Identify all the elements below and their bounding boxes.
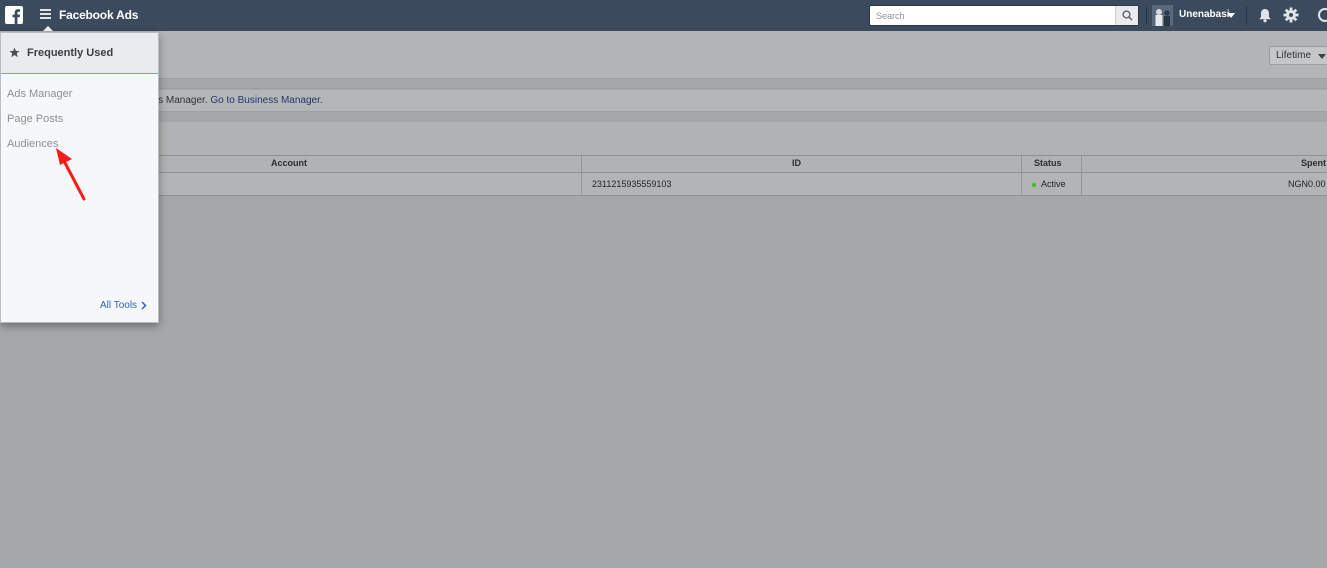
toolbar-band: [0, 122, 1327, 156]
id-cell: 2311215935559103: [592, 179, 672, 189]
top-navigation-bar: Facebook Ads Unenabasi: [0, 0, 1327, 32]
spent-cell: NGN0.00: [1288, 179, 1326, 189]
bell-icon[interactable]: [1258, 8, 1272, 23]
date-range-dropdown[interactable]: Lifetime: [1269, 46, 1327, 65]
column-header-account[interactable]: Account: [271, 158, 307, 168]
app-title[interactable]: Facebook Ads: [59, 8, 138, 22]
help-icon[interactable]: [1318, 8, 1327, 22]
facebook-logo-icon[interactable]: [5, 6, 23, 24]
menu-item-ads-manager[interactable]: Ads Manager: [7, 88, 72, 100]
chevron-down-icon: [1318, 54, 1326, 59]
status-active-dot: [1032, 183, 1036, 187]
page-header: Lifetime: [0, 31, 1327, 79]
topbar-divider: [1146, 6, 1147, 25]
notice-suffix: .: [319, 95, 323, 106]
column-header-spent[interactable]: Spent: [1301, 158, 1326, 168]
menu-item-page-posts[interactable]: Page Posts: [7, 113, 63, 125]
business-manager-notice: ness Manager. Go to Business Manager.: [0, 90, 1327, 112]
spacer: [0, 113, 1327, 122]
frequently-used-header: Frequently Used: [1, 33, 158, 74]
status-cell: Active: [1041, 179, 1066, 189]
topbar-divider: [1246, 6, 1247, 25]
spacer: [0, 80, 1327, 89]
chevron-right-icon[interactable]: [141, 301, 147, 310]
search-icon: [1122, 10, 1133, 21]
gear-icon[interactable]: [1283, 7, 1299, 23]
star-icon: [9, 47, 20, 58]
all-tools-link[interactable]: All Tools: [100, 300, 137, 311]
frequently-used-label: Frequently Used: [27, 47, 114, 59]
date-range-label: Lifetime: [1276, 50, 1312, 61]
column-header-id[interactable]: ID: [792, 158, 801, 168]
search-input[interactable]: [870, 6, 1116, 25]
table-header: Account ID Status Spent: [0, 156, 1327, 173]
column-header-status[interactable]: Status: [1034, 158, 1062, 168]
hamburger-icon[interactable]: [40, 9, 51, 21]
ads-manager-page: Lifetime ness Manager. Go to Business Ma…: [0, 31, 1327, 568]
search-button[interactable]: [1115, 6, 1138, 25]
go-to-business-manager-link[interactable]: Go to Business Manager: [210, 95, 320, 106]
chevron-down-icon[interactable]: [1227, 13, 1235, 18]
user-name[interactable]: Unenabasi: [1179, 9, 1230, 20]
avatar[interactable]: [1152, 5, 1173, 26]
table-row[interactable]: 2311215935559103 Active NGN0.00: [0, 173, 1327, 196]
annotation-arrow-icon: [56, 148, 86, 201]
search-box: [869, 5, 1139, 26]
